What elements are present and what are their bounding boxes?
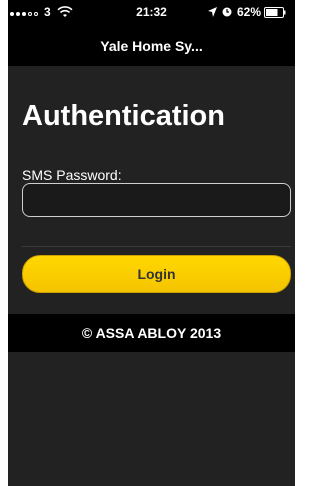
empty-area bbox=[8, 352, 295, 486]
copyright-text: © ASSA ABLOY 2013 bbox=[81, 325, 222, 341]
battery-percent: 62% bbox=[236, 5, 261, 19]
page-title: Authentication bbox=[22, 100, 225, 132]
auth-content: Authentication SMS Password: Login bbox=[8, 66, 295, 314]
alarm-clock-icon bbox=[222, 7, 232, 17]
status-right: 62% bbox=[207, 5, 291, 19]
phone-screen: 3 21:32 62% Yale Home Sy... Authenticati… bbox=[8, 0, 295, 486]
location-arrow-icon bbox=[207, 7, 217, 17]
login-button[interactable]: Login bbox=[22, 255, 291, 293]
nav-title: Yale Home Sy... bbox=[100, 38, 203, 54]
divider bbox=[22, 246, 291, 247]
status-bar: 3 21:32 62% bbox=[8, 0, 295, 26]
sms-password-label: SMS Password: bbox=[22, 167, 122, 183]
sms-password-input[interactable] bbox=[22, 183, 291, 217]
nav-bar: Yale Home Sy... bbox=[8, 26, 295, 66]
footer: © ASSA ABLOY 2013 bbox=[8, 314, 295, 352]
battery-icon bbox=[264, 6, 286, 18]
